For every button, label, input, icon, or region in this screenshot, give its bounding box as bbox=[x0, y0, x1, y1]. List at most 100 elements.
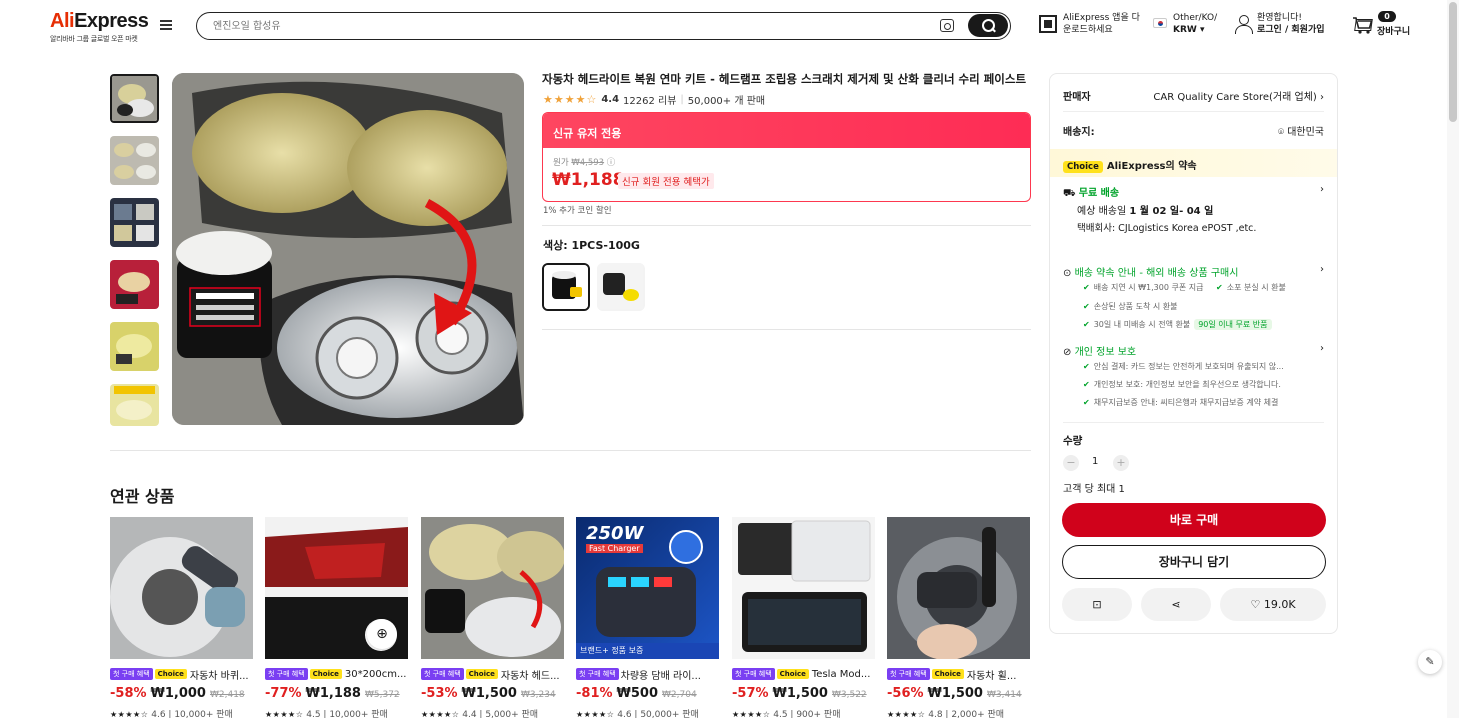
original-price: ₩3,522 bbox=[831, 690, 867, 700]
aliexpress-logo[interactable]: AliExpress 알리바바 그룹 글로벌 오픈 마켓 bbox=[50, 10, 149, 44]
seller-row[interactable]: 판매자 CAR Quality Care Store(거래 업체) › bbox=[1063, 88, 1324, 103]
logo-ali: Ali bbox=[50, 10, 75, 32]
privacy-row[interactable]: ⊘ 개인 정보 보호 › bbox=[1063, 343, 1324, 358]
sku-option[interactable] bbox=[597, 263, 645, 311]
rating-value: 4.8 bbox=[928, 710, 943, 718]
related-product-price: -77% ₩1,188 ₩5,372 bbox=[265, 686, 408, 701]
cart-label[interactable]: 장바구니 bbox=[1377, 24, 1410, 37]
promise-title: 배송 약속 안내 - 해외 배송 상품 구매시 bbox=[1074, 268, 1239, 279]
login-signup-link[interactable]: 로그인 / 회원가입 bbox=[1257, 24, 1325, 36]
camera-search-icon[interactable] bbox=[940, 19, 954, 32]
page-scrollbar[interactable] bbox=[1447, 0, 1459, 718]
gift-button[interactable]: ⊡ bbox=[1062, 588, 1132, 621]
related-product-card[interactable]: 250W Fast Charger 브랜드+ 정품 보증 첫 구매 혜택 차량용 … bbox=[576, 517, 719, 718]
search-button[interactable] bbox=[968, 14, 1008, 37]
original-price: ₩3,414 bbox=[986, 690, 1022, 700]
divider bbox=[542, 225, 1031, 226]
product-name: Tesla Mod... bbox=[811, 668, 871, 680]
quantity-increase-button[interactable]: + bbox=[1113, 455, 1129, 471]
choice-badge: Choice bbox=[776, 669, 809, 679]
original-price: 원가 ₩4,593 ⓘ bbox=[553, 156, 615, 168]
privacy-item: ✔ 채무지급보증 안내: 씨티은행과 채무지급보증 계약 체결 bbox=[1083, 397, 1278, 408]
menu-icon[interactable] bbox=[160, 20, 172, 30]
rating-value: 4.4 bbox=[601, 94, 620, 105]
edit-pencil-icon[interactable]: ✎ bbox=[1418, 650, 1442, 674]
sale-price: ₩1,188 bbox=[552, 170, 625, 190]
gallery-thumbnail[interactable] bbox=[110, 74, 159, 123]
sku-image bbox=[597, 263, 643, 309]
cart-svg bbox=[1353, 17, 1373, 34]
add-to-cart-icon[interactable]: ⊕ bbox=[367, 619, 397, 649]
product-photo bbox=[887, 517, 1030, 659]
product-name: 자동차 헤드... bbox=[500, 670, 560, 682]
search-input[interactable] bbox=[213, 17, 913, 35]
check-icon: ✔ bbox=[1083, 283, 1090, 292]
promise-item: ✔ 30일 내 미배송 시 전액 환불 90일 이내 무료 반품 bbox=[1083, 319, 1272, 330]
privacy-title-wrap: ⊘ 개인 정보 보호 bbox=[1063, 343, 1136, 358]
app-download[interactable]: AliExpress 앱을 다 운로드하세요 bbox=[1039, 12, 1140, 36]
buy-now-button[interactable]: 바로 구매 bbox=[1062, 503, 1326, 537]
related-product-card[interactable]: 첫 구매 혜택 Choice 자동차 바퀴... -58% ₩1,000 ₩2,418 … bbox=[110, 517, 253, 718]
quantity-decrease-button[interactable]: − bbox=[1063, 455, 1079, 471]
share-button[interactable]: ⋖ bbox=[1141, 588, 1211, 621]
related-product-image bbox=[732, 517, 875, 659]
review-count[interactable]: 12262 리뷰 bbox=[623, 92, 676, 107]
gallery-thumbnail[interactable] bbox=[110, 198, 159, 247]
wishlist-button[interactable]: ♡ 19.0K bbox=[1220, 588, 1326, 621]
discount-percent: -77% bbox=[265, 686, 302, 701]
cart-icon[interactable] bbox=[1352, 16, 1373, 34]
product-name: 자동차 바퀴... bbox=[189, 670, 249, 682]
shield-icon: ⊙ bbox=[1063, 268, 1072, 279]
scrollbar-thumb[interactable] bbox=[1449, 2, 1457, 122]
add-to-cart-button[interactable]: 장바구니 담기 bbox=[1062, 545, 1326, 579]
user-icon bbox=[1235, 14, 1253, 34]
gallery-thumbnail[interactable] bbox=[110, 384, 159, 426]
first-purchase-badge: 첫 구매 혜택 bbox=[421, 668, 464, 680]
privacy-text: 채무지급보증 안내: 씨티은행과 채무지급보증 계약 체결 bbox=[1093, 398, 1279, 407]
product-rating[interactable]: ★★★★☆ 4.4 12262 리뷰 | 50,000+ 개 판매 bbox=[543, 92, 765, 107]
related-product-title: 첫 구매 혜택 Choice 자동차 바퀴... bbox=[110, 667, 253, 681]
sku-option-selected[interactable] bbox=[542, 263, 590, 311]
free-return-badge: 90일 이내 무료 반품 bbox=[1194, 319, 1272, 330]
related-product-price: -53% ₩1,500 ₩3,234 bbox=[421, 686, 564, 701]
first-purchase-badge: 첫 구매 혜택 bbox=[265, 668, 308, 680]
related-product-card[interactable]: 첫 구매 혜택 Choice 자동차 헤드... -53% ₩1,500 ₩3,234 … bbox=[421, 517, 564, 718]
privacy-title: 개인 정보 보호 bbox=[1074, 347, 1137, 358]
quantity-value[interactable]: 1 bbox=[1092, 456, 1098, 467]
product-photo bbox=[596, 530, 703, 637]
new-user-deal-box: 신규 유저 전용 원가 ₩4,593 ⓘ ₩1,188 신규 회원 전용 혜택가 bbox=[542, 112, 1031, 202]
gallery-thumbnail[interactable] bbox=[110, 136, 159, 185]
rating-value: 4.5 bbox=[306, 710, 321, 718]
first-purchase-badge: 첫 구매 혜택 bbox=[887, 668, 930, 680]
related-product-card[interactable]: 첫 구매 혜택 Choice 자동차 휠... -56% ₩1,500 ₩3,414 ★… bbox=[887, 517, 1030, 718]
divider bbox=[110, 450, 1031, 451]
cart-count-badge: 0 bbox=[1378, 11, 1396, 22]
privacy-item: ✔ 개인정보 보호: 개인정보 보안을 최우선으로 생각합니다. bbox=[1083, 379, 1281, 390]
account-menu[interactable]: 환영합니다! 로그인 / 회원가입 bbox=[1235, 12, 1325, 36]
info-icon[interactable]: ⓘ bbox=[607, 158, 616, 168]
ship-to-row[interactable]: 배송지: ⌾ 대한민국 bbox=[1063, 123, 1324, 138]
gallery-thumbnail[interactable] bbox=[110, 260, 159, 309]
related-product-meta: ★★★★☆ 4.8 | 2,000+ 판매 bbox=[887, 710, 1005, 718]
chevron-right-icon: › bbox=[1320, 343, 1324, 354]
check-icon: ✔ bbox=[1083, 398, 1090, 407]
related-product-meta: ★★★★☆ 4.5 | 10,000+ 판매 bbox=[265, 710, 388, 718]
check-icon: ✔ bbox=[1083, 302, 1090, 311]
related-product-card[interactable]: 첫 구매 혜택 Choice Tesla Mod... -57% ₩1,500 ₩3,5… bbox=[732, 517, 875, 718]
sold-count: 5,000+ 판매 bbox=[485, 710, 539, 718]
delivery-promise-row[interactable]: ⊙ 배송 약속 안내 - 해외 배송 상품 구매시 › bbox=[1063, 264, 1324, 279]
truck-icon: ⛟ bbox=[1063, 188, 1076, 199]
related-product-price: -81% ₩500 ₩2,704 bbox=[576, 686, 719, 701]
rating-value: 4.6 bbox=[151, 710, 166, 718]
main-product-image[interactable] bbox=[172, 73, 524, 425]
choice-promise: Choice AliExpress의 약속 bbox=[1063, 157, 1197, 173]
thumbnail-image bbox=[112, 76, 157, 121]
privacy-text: 안심 결제: 카드 정보는 안전하게 보호되며 유출되지 않... bbox=[1093, 362, 1284, 371]
seller-name[interactable]: CAR Quality Care Store(거래 업체) bbox=[1153, 92, 1316, 103]
gallery-thumbnail[interactable] bbox=[110, 322, 159, 371]
app-download-line1: AliExpress 앱을 다 bbox=[1063, 13, 1140, 23]
region-selector[interactable]: Other/KO/ KRW ▾ bbox=[1153, 12, 1217, 36]
seller-label: 판매자 bbox=[1063, 92, 1091, 103]
free-shipping-row[interactable]: ⛟ 무료 배송 › bbox=[1063, 184, 1324, 201]
related-product-card[interactable]: 첫 구매 혜택 Choice 30*200cm... -77% ₩1,188 ₩5,37… bbox=[265, 517, 408, 718]
